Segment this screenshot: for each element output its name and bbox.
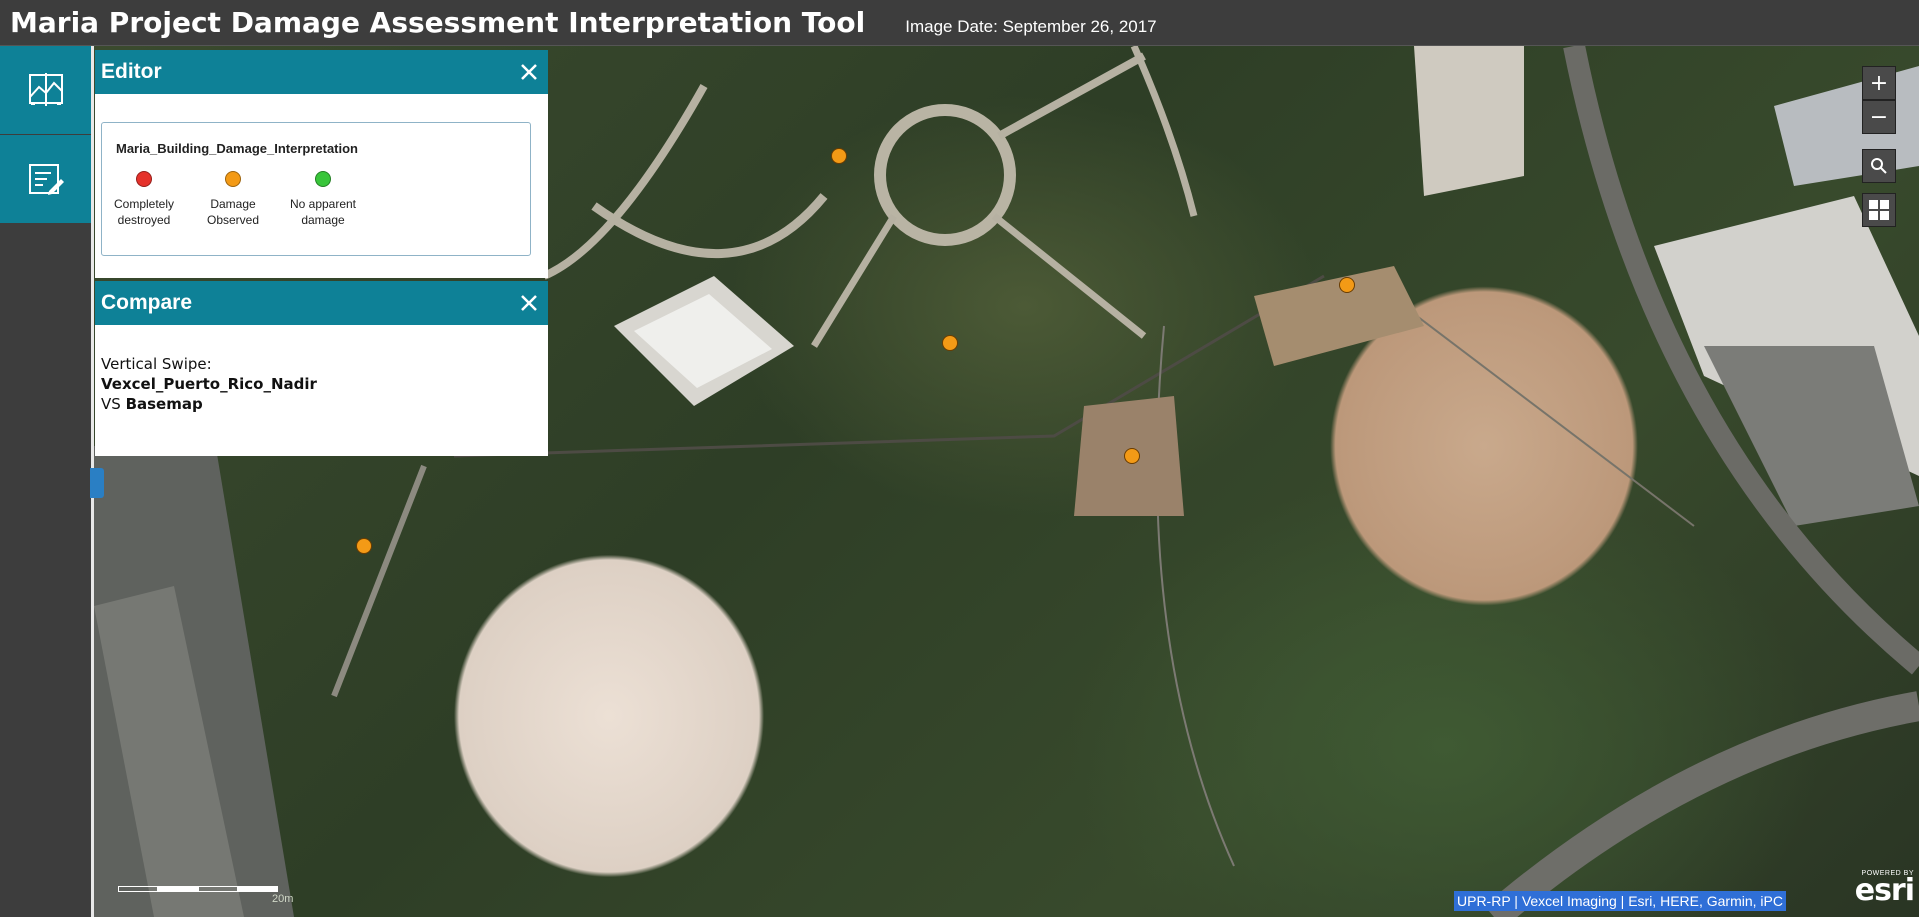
close-icon[interactable] (518, 61, 540, 83)
app-title: Maria Project Damage Assessment Interpre… (10, 6, 866, 39)
compare-description: Vertical Swipe: Vexcel_Puerto_Rico_Nadir… (101, 354, 317, 414)
template-completely-destroyed[interactable]: Completely destroyed (99, 171, 189, 228)
search-icon (1871, 158, 1887, 174)
grid-icon (1869, 200, 1889, 220)
search-button[interactable] (1862, 149, 1896, 183)
template-no-apparent-damage[interactable]: No apparent damage (278, 171, 368, 228)
red-point-symbol (136, 171, 152, 187)
editor-panel: Editor Maria_Building_Damage_Interpretat… (95, 50, 548, 278)
swipe-mode: Vertical Swipe: (101, 355, 212, 373)
zoom-out-button[interactable]: − (1862, 100, 1896, 134)
editor-form-icon (28, 164, 64, 195)
zoom-in-button[interactable]: + (1862, 66, 1896, 100)
basemap-gallery-button[interactable] (1862, 193, 1896, 227)
compare-swipe-icon (28, 73, 63, 106)
editor-panel-title: Editor (101, 60, 162, 83)
swipe-layer-name: Vexcel_Puerto_Rico_Nadir (101, 375, 317, 393)
widget-rail (0, 46, 91, 917)
scale-bar (118, 886, 280, 892)
damage-point[interactable] (831, 148, 847, 164)
scale-label: 20m (272, 893, 294, 905)
esri-logo[interactable]: POWERED BY esri (1838, 870, 1915, 914)
map-attribution: UPR-RP | Vexcel Imaging | Esri, HERE, Ga… (1454, 891, 1786, 911)
layer-name: Maria_Building_Damage_Interpretation (116, 141, 358, 156)
compare-widget-button[interactable] (0, 46, 91, 135)
panel-collapse-handle[interactable] (90, 468, 104, 498)
green-point-symbol (315, 171, 331, 187)
app-header: Maria Project Damage Assessment Interpre… (0, 0, 1919, 46)
damage-point[interactable] (356, 538, 372, 554)
close-icon[interactable] (518, 292, 540, 314)
damage-point[interactable] (942, 335, 958, 351)
basemap-name: Basemap (125, 395, 203, 413)
image-date: Image Date: September 26, 2017 (905, 16, 1157, 36)
compare-panel-title: Compare (101, 291, 193, 314)
feature-template-picker: Maria_Building_Damage_Interpretation Com… (101, 122, 531, 256)
damage-point[interactable] (1339, 277, 1355, 293)
damage-point[interactable] (1124, 448, 1140, 464)
vs-label: VS (101, 395, 121, 413)
compare-panel-header: Compare (95, 281, 548, 325)
editor-widget-button[interactable] (0, 135, 91, 224)
template-damage-observed[interactable]: Damage Observed (188, 171, 278, 228)
orange-point-symbol (225, 171, 241, 187)
compare-panel: Compare Vertical Swipe: Vexcel_Puerto_Ri… (95, 281, 548, 456)
editor-panel-header: Editor (95, 50, 548, 94)
